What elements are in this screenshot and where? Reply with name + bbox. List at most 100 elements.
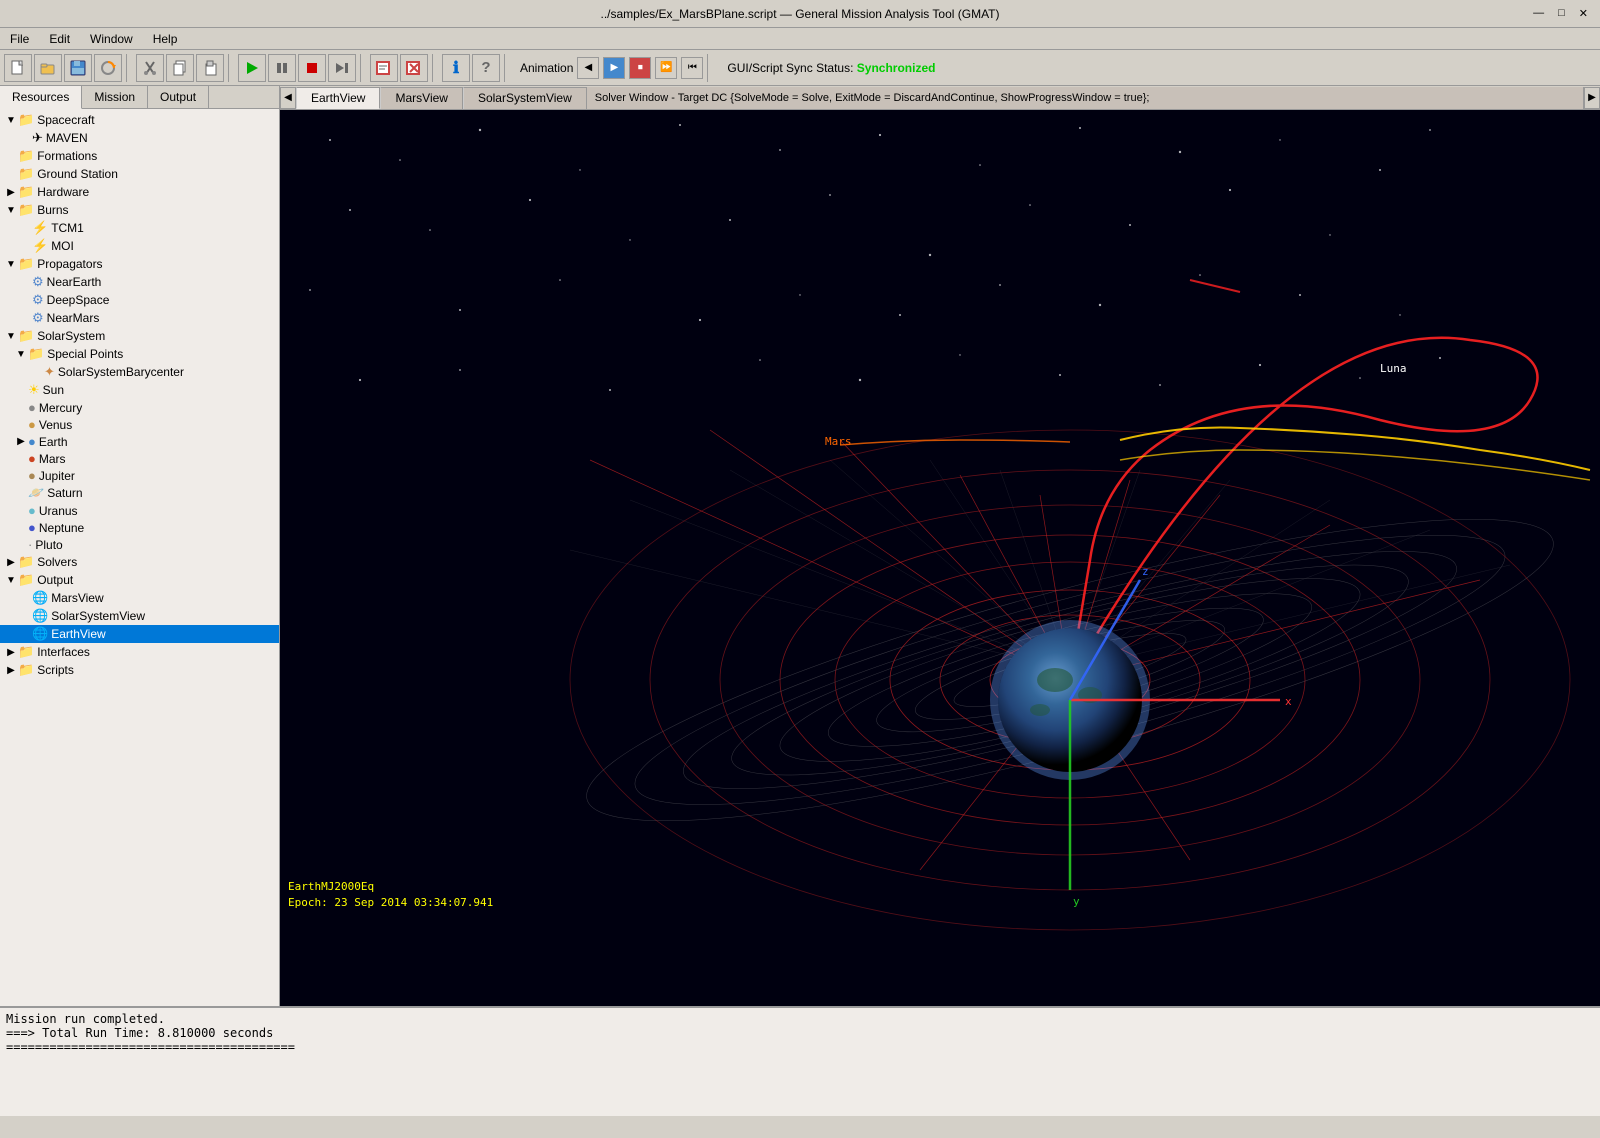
save-button[interactable] (64, 54, 92, 82)
tree-item-output[interactable]: ▼ 📁 Output (0, 571, 279, 589)
solvers-label: Solvers (37, 555, 77, 569)
script-edit-button[interactable] (370, 54, 398, 82)
toggle-spacecraft[interactable]: ▼ (4, 115, 18, 126)
tree-item-burns[interactable]: ▼ 📁 Burns (0, 201, 279, 219)
anim-prev-button[interactable]: ◀ (577, 57, 599, 79)
folder-icon-hw: 📁 (18, 184, 34, 200)
minimize-btn[interactable]: — (1529, 7, 1548, 20)
tree-item-uranus[interactable]: ● Uranus (0, 502, 279, 519)
tree-item-nearearth[interactable]: ⚙ NearEarth (0, 273, 279, 291)
sun-icon: ☀ (28, 382, 40, 398)
tab-output[interactable]: Output (148, 86, 209, 108)
toggle-scripts[interactable]: ▶ (4, 665, 18, 676)
tab-scroll-right[interactable]: ▶ (1584, 87, 1600, 109)
tree-item-scripts[interactable]: ▶ 📁 Scripts (0, 661, 279, 679)
stop-button[interactable] (298, 54, 326, 82)
tree-item-jupiter[interactable]: ● Jupiter (0, 467, 279, 484)
folder-icon-scripts: 📁 (18, 662, 34, 678)
toggle-output[interactable]: ▼ (4, 575, 18, 586)
folder-icon-formations: 📁 (18, 148, 34, 164)
toggle-solvers[interactable]: ▶ (4, 557, 18, 568)
tree-item-special-points[interactable]: ▼ 📁 Special Points (0, 345, 279, 363)
tree-item-solarsystemview[interactable]: 🌐 SolarSystemView (0, 607, 279, 625)
tree-item-nearmars[interactable]: ⚙ NearMars (0, 309, 279, 327)
sep4 (432, 54, 438, 82)
anim-fast-button[interactable]: ⏩ (655, 57, 677, 79)
sep6 (707, 54, 713, 82)
toggle-solarsystem[interactable]: ▼ (4, 331, 18, 342)
window-title: ../samples/Ex_MarsBPlane.script — Genera… (600, 7, 999, 21)
menu-bar: File Edit Window Help (0, 28, 1600, 50)
tab-mission[interactable]: Mission (82, 86, 148, 108)
tree-item-earthview[interactable]: 🌐 EarthView (0, 625, 279, 643)
right-panel: ◀ EarthView MarsView SolarSystemView Sol… (280, 86, 1600, 1006)
paste-button[interactable] (196, 54, 224, 82)
tree-item-hardware[interactable]: ▶ 📁 Hardware (0, 183, 279, 201)
cut-button[interactable] (136, 54, 164, 82)
folder-icon-iface: 📁 (18, 644, 34, 660)
tree-item-sun[interactable]: ☀ Sun (0, 381, 279, 399)
anim-stop-button[interactable]: ⏹ (629, 57, 651, 79)
jupiter-label: Jupiter (39, 469, 75, 483)
tree-item-interfaces[interactable]: ▶ 📁 Interfaces (0, 643, 279, 661)
tab-earthview[interactable]: EarthView (296, 87, 380, 109)
info-button[interactable]: ℹ (442, 54, 470, 82)
run-button[interactable] (238, 54, 266, 82)
maximize-btn[interactable]: □ (1554, 7, 1569, 20)
tree-item-formations[interactable]: 📁 Formations (0, 147, 279, 165)
mercury-icon: ● (28, 400, 36, 415)
main-area: Resources Mission Output ▼ 📁 Spacecraft … (0, 86, 1600, 1116)
animation-label: Animation (520, 61, 573, 75)
tree-item-spacecraft[interactable]: ▼ 📁 Spacecraft (0, 111, 279, 129)
left-panel: Resources Mission Output ▼ 📁 Spacecraft … (0, 86, 280, 1006)
content-area: Resources Mission Output ▼ 📁 Spacecraft … (0, 86, 1600, 1006)
anim-rewind-button[interactable]: ⏮ (681, 57, 703, 79)
close-btn[interactable]: ✕ (1575, 7, 1592, 20)
tree-item-earth[interactable]: ▶ ● Earth (0, 433, 279, 450)
new-button[interactable] (4, 54, 32, 82)
tree-item-tcm1[interactable]: ⚡ TCM1 (0, 219, 279, 237)
tree-item-propagators[interactable]: ▼ 📁 Propagators (0, 255, 279, 273)
anim-play-button[interactable]: ▶ (603, 57, 625, 79)
3d-viewport[interactable]: x y z Mars Luna EarthMJ2000Eq Epoch: 23 … (280, 110, 1600, 1006)
tab-marsview[interactable]: MarsView (380, 87, 462, 109)
menu-help[interactable]: Help (147, 30, 184, 48)
toggle-interfaces[interactable]: ▶ (4, 647, 18, 658)
menu-file[interactable]: File (4, 30, 35, 48)
tree-item-mars[interactable]: ● Mars (0, 450, 279, 467)
tab-resources[interactable]: Resources (0, 86, 82, 109)
window-controls[interactable]: — □ ✕ (1529, 7, 1592, 20)
tab-solarsystemview[interactable]: SolarSystemView (463, 87, 587, 109)
tree-item-ground-station[interactable]: 📁 Ground Station (0, 165, 279, 183)
script-close-button[interactable] (400, 54, 428, 82)
toggle-hardware[interactable]: ▶ (4, 187, 18, 198)
tree-item-maven[interactable]: ✈ MAVEN (0, 129, 279, 147)
reload-button[interactable] (94, 54, 122, 82)
tree-item-venus[interactable]: ● Venus (0, 416, 279, 433)
step-button[interactable] (328, 54, 356, 82)
tree-item-solvers[interactable]: ▶ 📁 Solvers (0, 553, 279, 571)
help-button[interactable]: ? (472, 54, 500, 82)
copy-button[interactable] (166, 54, 194, 82)
tree-item-mercury[interactable]: ● Mercury (0, 399, 279, 416)
toggle-propagators[interactable]: ▼ (4, 259, 18, 270)
tree-item-saturn[interactable]: 🪐 Saturn (0, 484, 279, 502)
pause-button[interactable] (268, 54, 296, 82)
menu-edit[interactable]: Edit (43, 30, 76, 48)
tree-item-solarsystem[interactable]: ▼ 📁 SolarSystem (0, 327, 279, 345)
solarsystemview-label: SolarSystemView (51, 609, 145, 623)
toggle-burns[interactable]: ▼ (4, 205, 18, 216)
menu-window[interactable]: Window (84, 30, 139, 48)
svg-text:z: z (1142, 565, 1149, 578)
tree-item-pluto[interactable]: · Pluto (0, 536, 279, 553)
toggle-earth[interactable]: ▶ (14, 436, 28, 447)
tree-item-deepspace[interactable]: ⚙ DeepSpace (0, 291, 279, 309)
tree-item-neptune[interactable]: ● Neptune (0, 519, 279, 536)
tab-solver-window[interactable]: Solver Window - Target DC {SolveMode = S… (587, 87, 1584, 109)
open-button[interactable] (34, 54, 62, 82)
tree-item-ssbarycenter[interactable]: ✦ SolarSystemBarycenter (0, 363, 279, 381)
tab-scroll-left[interactable]: ◀ (280, 87, 296, 109)
toggle-special-points[interactable]: ▼ (14, 349, 28, 360)
tree-item-marsview[interactable]: 🌐 MarsView (0, 589, 279, 607)
tree-item-moi[interactable]: ⚡ MOI (0, 237, 279, 255)
